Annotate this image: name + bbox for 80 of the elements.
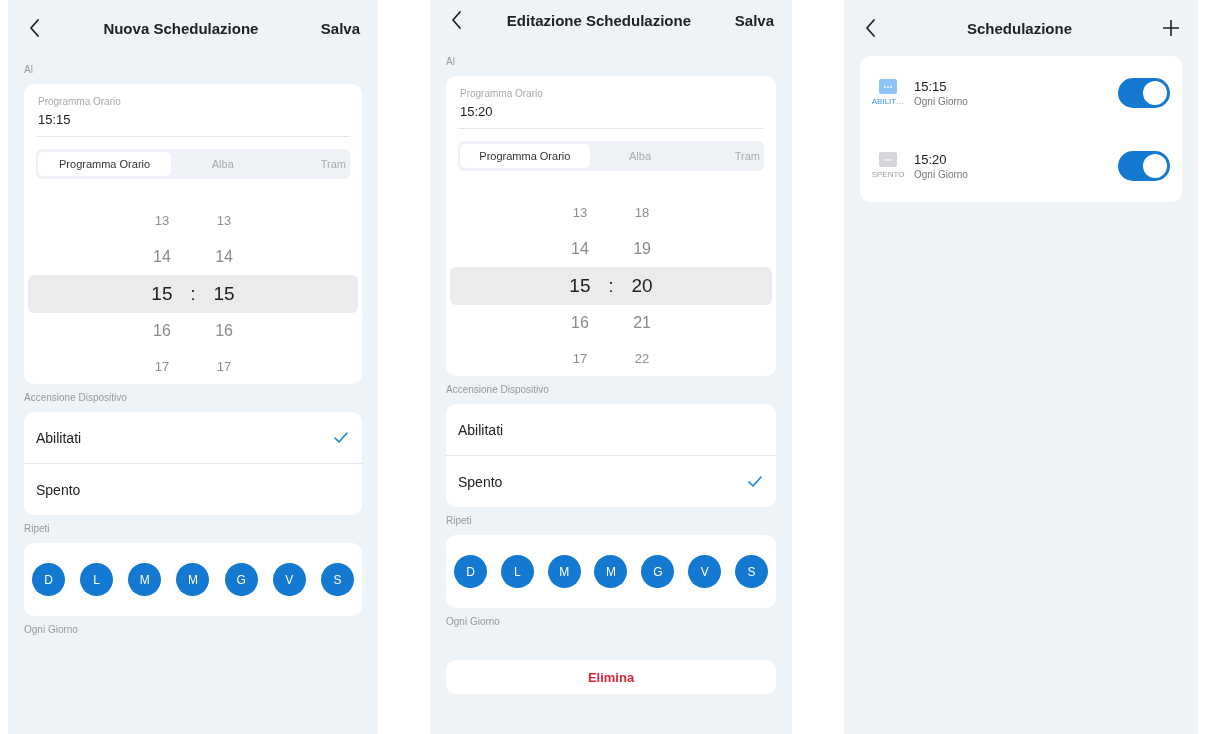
day-toggle[interactable]: S: [320, 563, 354, 596]
field-value: 15:15: [38, 112, 72, 127]
back-icon[interactable]: [28, 18, 41, 38]
section-label: Ripeti: [446, 514, 473, 528]
picker-value[interactable]: 13: [216, 203, 232, 239]
picker-value[interactable]: 22: [634, 341, 650, 377]
picker-value[interactable]: 17: [216, 349, 232, 385]
picker-value[interactable]: 14: [215, 239, 233, 275]
option-label: Abilitati: [36, 429, 82, 446]
day-toggle[interactable]: D: [454, 555, 487, 588]
picker-value[interactable]: 13: [572, 195, 588, 231]
picker-value[interactable]: 16: [153, 313, 171, 349]
picker-value[interactable]: 13: [154, 203, 170, 239]
option-row[interactable]: Abilitati: [24, 412, 362, 463]
save-button[interactable]: Salva: [734, 11, 774, 29]
repeat-summary: Ogni Giorno: [446, 615, 501, 629]
option-row[interactable]: Abilitati: [446, 404, 776, 455]
repeat-summary: Ogni Giorno: [24, 623, 79, 637]
field-value: 15:20: [460, 104, 494, 119]
toggle-switch[interactable]: [1118, 77, 1170, 108]
option-row[interactable]: Spento: [446, 455, 776, 507]
status-label: SPENTO: [871, 170, 905, 179]
option-label: Spento: [458, 473, 503, 490]
schedule-repeat: Ogni Giorno: [914, 168, 969, 180]
picker-value[interactable]: 17: [154, 349, 170, 385]
time-separator: :: [608, 275, 614, 298]
picker-value[interactable]: 15: [151, 275, 173, 313]
picker-value[interactable]: 14: [571, 231, 589, 267]
delete-button[interactable]: Elimina: [446, 660, 776, 694]
picker-value[interactable]: 16: [571, 305, 589, 341]
option-label: Spento: [36, 481, 81, 498]
option-row[interactable]: Spento: [24, 463, 362, 515]
time-field[interactable]: Programma Orario 15:15: [36, 94, 350, 137]
day-toggle[interactable]: G: [224, 563, 258, 596]
section-label: Al: [446, 55, 456, 69]
picker-value[interactable]: 19: [633, 231, 651, 267]
toggle-switch[interactable]: [1118, 150, 1170, 181]
schedule-repeat: Ogni Giorno: [914, 95, 969, 107]
screen-title: Nuova Schedulazione: [102, 19, 260, 37]
day-toggle[interactable]: G: [641, 555, 675, 588]
mode-tab[interactable]: Programma Orario: [460, 144, 590, 168]
section-label: Ripeti: [24, 522, 51, 536]
day-toggle[interactable]: D: [32, 563, 65, 596]
day-toggle[interactable]: M: [176, 563, 210, 596]
add-icon[interactable]: [1162, 19, 1180, 37]
schedule-row[interactable]: SPENTO 15:20 Ogni Giorno: [860, 129, 1182, 202]
day-toggle[interactable]: V: [272, 563, 306, 596]
day-toggle[interactable]: V: [688, 555, 722, 588]
picker-value[interactable]: 15: [569, 267, 591, 305]
picker-value[interactable]: 15: [213, 275, 235, 313]
day-toggle[interactable]: M: [547, 555, 581, 588]
day-toggle[interactable]: L: [500, 555, 534, 588]
save-button[interactable]: Salva: [320, 19, 360, 37]
section-label: Accensione Dispositivo: [446, 383, 550, 397]
schedule-time: 15:20: [914, 151, 948, 167]
time-separator: :: [190, 283, 196, 306]
status-label: ABILIT…: [871, 97, 905, 106]
field-label: Programma Orario: [38, 96, 122, 107]
field-label: Programma Orario: [460, 88, 544, 99]
picker-value[interactable]: 20: [631, 267, 653, 305]
section-label: Al: [24, 63, 34, 77]
picker-value[interactable]: 17: [572, 341, 588, 377]
picker-value[interactable]: 21: [633, 305, 651, 341]
section-label: Accensione Dispositivo: [24, 391, 128, 405]
time-field[interactable]: Programma Orario 15:20: [458, 86, 764, 129]
schedule-time: 15:15: [914, 78, 948, 94]
day-toggle[interactable]: S: [734, 555, 768, 588]
day-toggle[interactable]: M: [594, 555, 628, 588]
picker-value[interactable]: 16: [215, 313, 233, 349]
screen-title: Editazione Schedulazione: [505, 11, 692, 29]
day-toggle[interactable]: L: [80, 563, 114, 596]
back-icon[interactable]: [450, 10, 463, 30]
screen-title: Schedulazione: [966, 19, 1073, 37]
day-toggle[interactable]: M: [128, 563, 162, 596]
option-label: Abilitati: [458, 421, 504, 438]
picker-value[interactable]: 18: [634, 195, 650, 231]
schedule-row[interactable]: ABILIT… 15:15 Ogni Giorno: [860, 56, 1182, 129]
back-icon[interactable]: [864, 18, 877, 38]
picker-value[interactable]: 14: [153, 239, 171, 275]
mode-tab[interactable]: Programma Orario: [38, 152, 172, 176]
